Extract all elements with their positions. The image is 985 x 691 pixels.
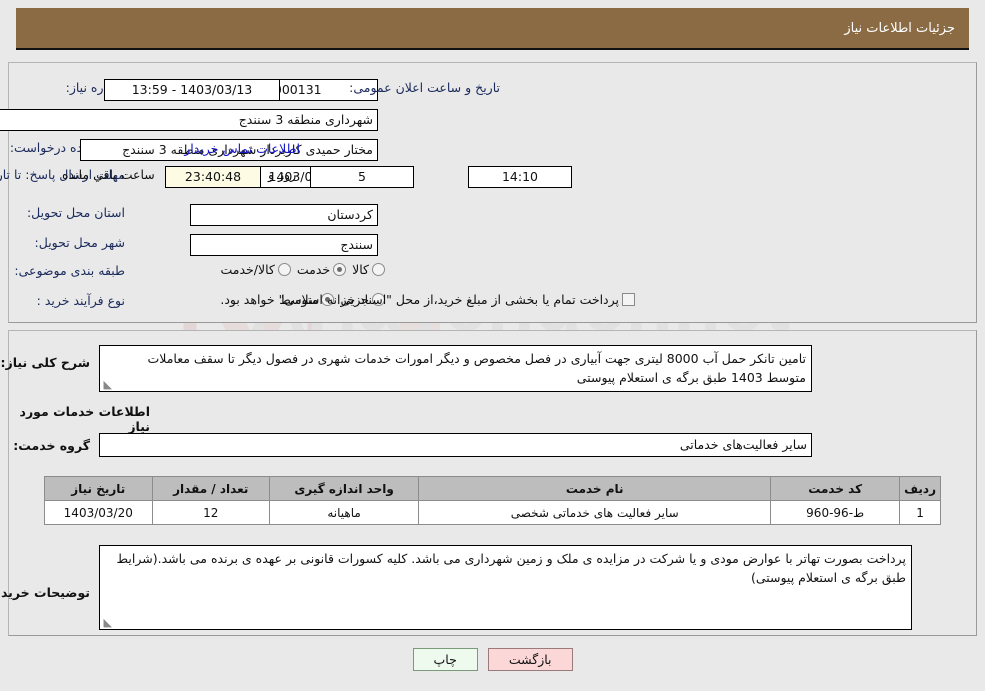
announce-datetime-label: تاریخ و ساعت اعلان عمومی: <box>349 80 500 95</box>
category-radio-1-label: خدمت <box>296 262 331 277</box>
table-row: 1 ط-96-960 سایر فعالیت های خدماتی شخصی م… <box>44 500 941 525</box>
province-value: کردستان <box>190 204 378 226</box>
col-service-code: کد خدمت <box>770 476 901 501</box>
treasury-checkbox[interactable] <box>622 293 635 306</box>
category-label: طبقه بندی موضوعی: <box>14 263 125 278</box>
remaining-label-row: ساعت باقي مانده <box>62 167 155 182</box>
service-group-label: گروه خدمت: <box>13 438 90 453</box>
announce-label-row: تاریخ و ساعت اعلان عمومی: <box>349 80 500 95</box>
back-button[interactable]: بازگشت <box>487 648 573 671</box>
services-heading: اطلاعات خدمات مورد نیاز <box>19 404 150 434</box>
cell-quantity: 12 <box>151 500 270 525</box>
treasury-note: پرداخت تمام یا بخشی از مبلغ خرید،از محل … <box>220 292 619 307</box>
remaining-time-value: 23:40:48 <box>165 166 261 188</box>
cell-service-code: ط-96-960 <box>770 500 901 525</box>
cell-radif: 1 <box>899 500 941 525</box>
province-label-row: استان محل تحویل: <box>27 205 125 220</box>
category-radio-0-label: کالا <box>352 262 369 277</box>
summary-textarea[interactable]: تامین تانکر حمل آب 8000 لیتری جهت آبیاری… <box>99 345 812 392</box>
col-unit: واحد اندازه گیری <box>268 476 420 501</box>
contact-link-row[interactable]: اطلاعات تماس خریدار <box>184 141 300 156</box>
city-value: سنندج <box>190 234 378 256</box>
col-service-name: نام خدمت <box>418 476 772 501</box>
category-radio-1[interactable] <box>333 263 347 276</box>
page-title: جزئیات اطلاعات نیاز <box>844 20 955 36</box>
city-label-row: شهر محل تحویل: <box>35 235 125 250</box>
footer-button-bar: بازگشت چاپ <box>0 648 985 671</box>
cell-need-date: 1403/03/20 <box>44 500 153 525</box>
service-group-value: سایر فعالیت‌های خدماتی <box>99 433 812 457</box>
days-label: روز و <box>268 167 297 182</box>
buyer-org-value: شهرداری منطقه 3 سنندج <box>0 109 378 131</box>
remaining-time-label: ساعت باقي مانده <box>62 167 155 182</box>
summary-text: تامین تانکر حمل آب 8000 لیتری جهت آبیاری… <box>147 351 806 385</box>
page-root: AriaTender.net جزئیات اطلاعات نیاز شماره… <box>0 0 985 691</box>
announce-datetime-value: 1403/03/13 - 13:59 <box>104 79 280 101</box>
buyer-contact-link[interactable]: اطلاعات تماس خریدار <box>184 141 300 156</box>
buyer-notes-textarea[interactable]: پرداخت بصورت تهاتر با عوارض مودی و یا شر… <box>99 545 912 630</box>
page-header: جزئیات اطلاعات نیاز <box>16 8 969 50</box>
days-label-row: روز و <box>268 167 296 182</box>
category-radio-0[interactable] <box>372 263 385 276</box>
remaining-days-value: 5 <box>310 166 414 188</box>
category-label-row: طبقه بندی موضوعی: <box>14 263 125 278</box>
services-table: ردیف کد خدمت نام خدمت واحد اندازه گیری ت… <box>44 476 941 525</box>
resize-grip-icon[interactable]: ◣ <box>102 379 112 390</box>
cell-service-name: سایر فعالیت های خدماتی شخصی <box>418 500 772 525</box>
resize-grip-icon-2[interactable]: ◣ <box>102 617 112 628</box>
buyer-notes-text: پرداخت بصورت تهاتر با عوارض مودی و یا شر… <box>116 551 906 585</box>
category-radio-2-label: کالا/خدمت <box>220 262 275 277</box>
category-radio-2[interactable] <box>277 263 291 276</box>
process-type-label: نوع فرآیند خرید : <box>36 293 125 308</box>
summary-label-row: شرح کلی نیاز: <box>1 355 90 370</box>
col-radif: ردیف <box>899 476 941 501</box>
province-label: استان محل تحویل: <box>26 205 125 220</box>
summary-label: شرح کلی نیاز: <box>0 355 90 370</box>
table-header-row: ردیف کد خدمت نام خدمت واحد اندازه گیری ت… <box>44 476 941 501</box>
buyer-notes-label-row: توضیحات خریدار: <box>0 585 90 600</box>
city-label: شهر محل تحویل: <box>34 235 125 250</box>
category-radio-group[interactable]: کالا خدمت کالا/خدمت <box>214 262 385 277</box>
need-info-panel <box>8 62 977 323</box>
buyer-notes-label: توضیحات خریدار: <box>0 585 90 600</box>
treasury-row[interactable]: پرداخت تمام یا بخشی از مبلغ خرید،از محل … <box>214 292 635 307</box>
process-label-row: نوع فرآیند خرید : <box>37 293 125 308</box>
deadline-time-value: 14:10 <box>468 166 572 188</box>
col-quantity: تعداد / مقدار <box>151 476 270 501</box>
cell-unit: ماهیانه <box>268 500 420 525</box>
service-group-label-row: گروه خدمت: <box>13 438 90 453</box>
print-button[interactable]: چاپ <box>412 648 478 671</box>
col-need-date: تاریخ نیاز <box>44 476 153 501</box>
